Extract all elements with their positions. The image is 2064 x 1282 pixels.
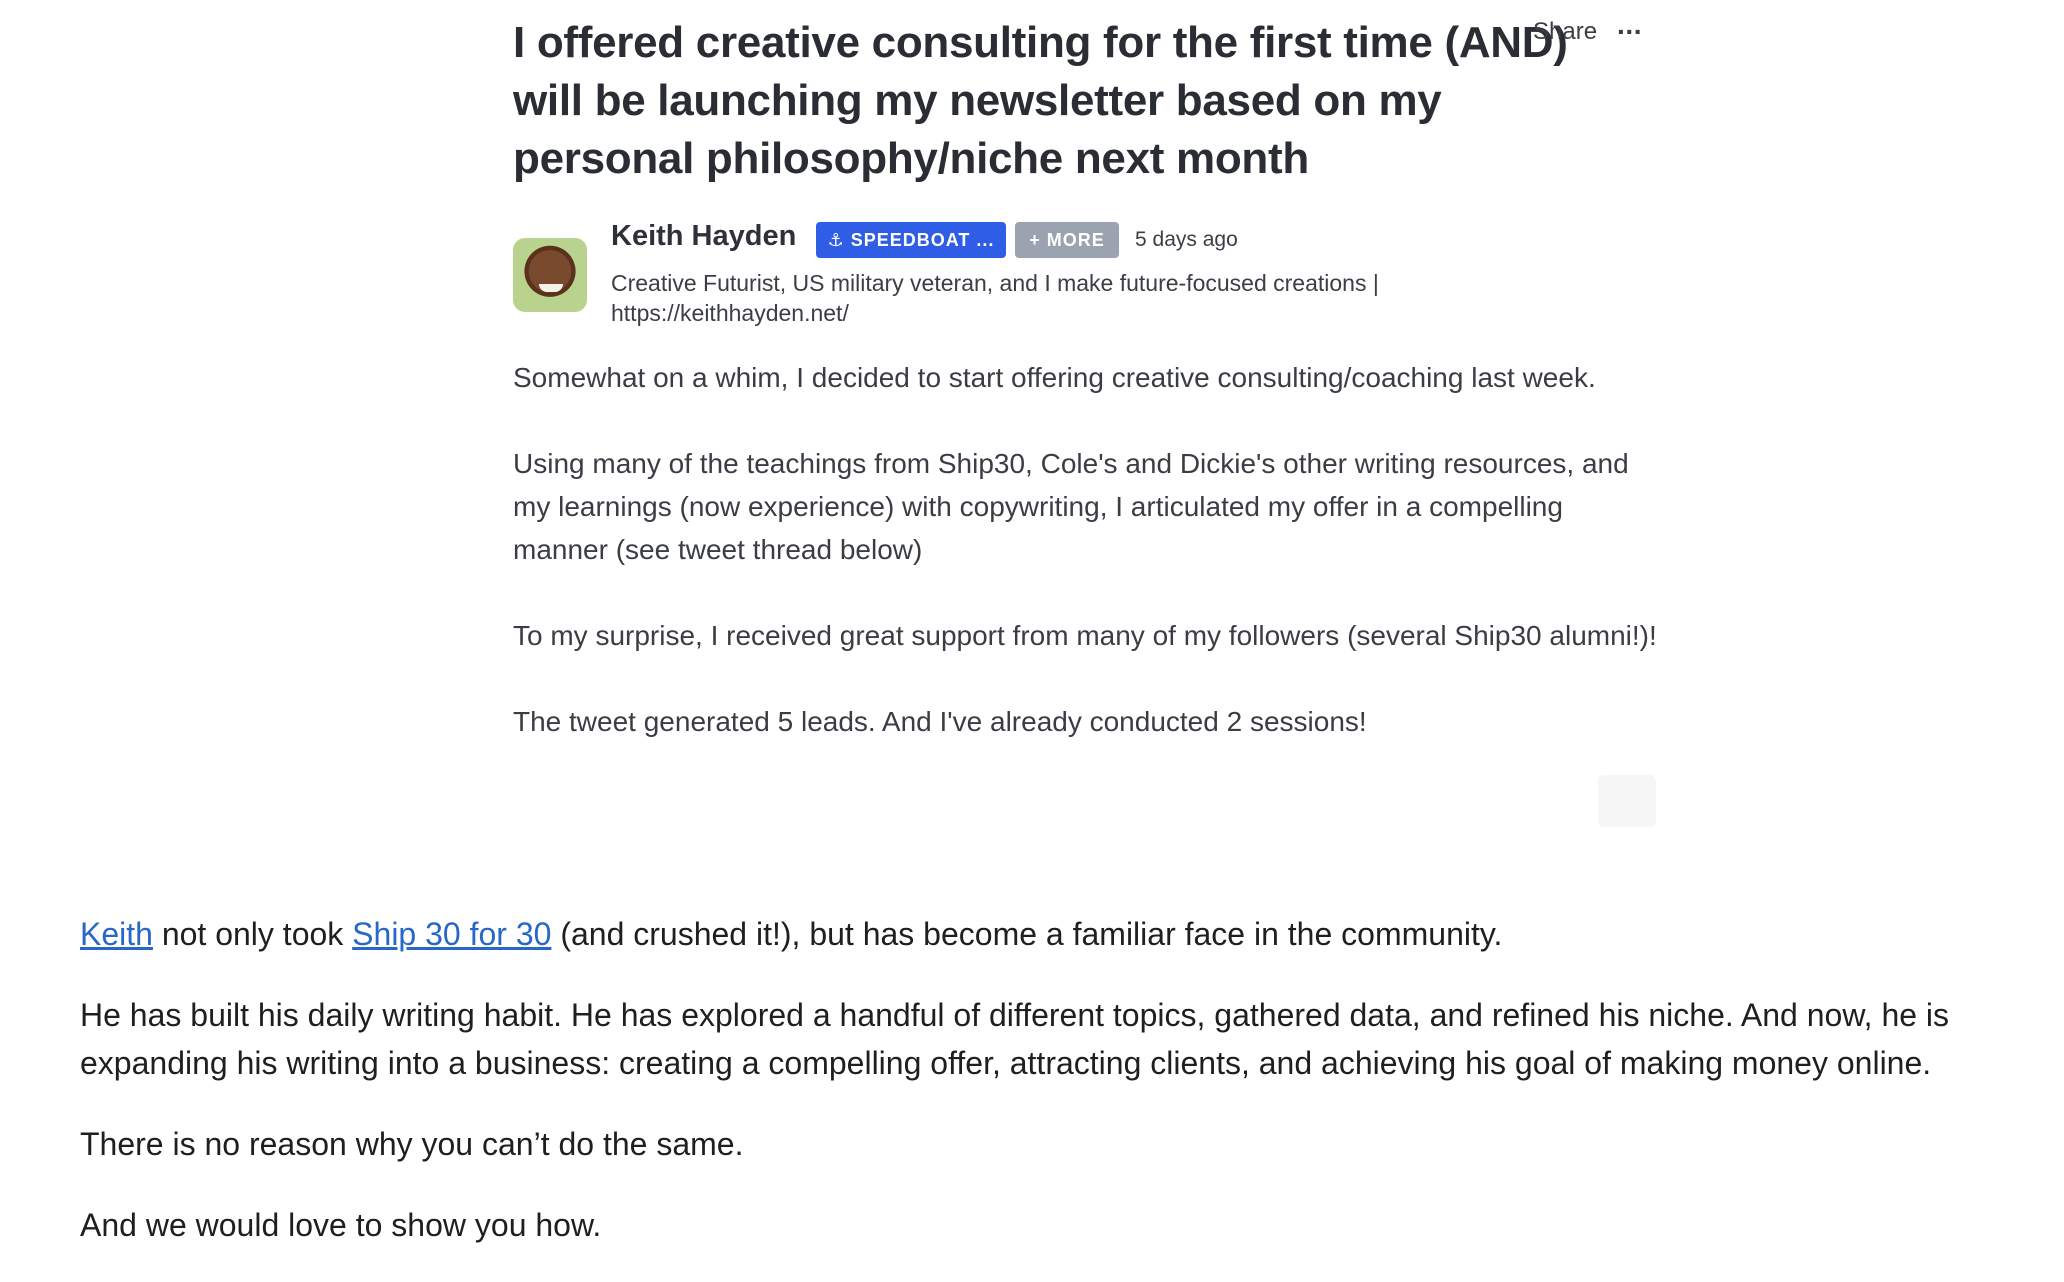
post-title: I offered creative consulting for the fi… xyxy=(513,18,1568,183)
ship30-link[interactable]: Ship 30 for 30 xyxy=(352,916,551,952)
post-paragraph: To my surprise, I received great support… xyxy=(513,620,1657,651)
avatar[interactable] xyxy=(513,238,587,312)
embedded-post-screenshot: I offered creative consulting for the fi… xyxy=(513,0,1663,850)
article-text: not only took xyxy=(152,916,353,952)
author-bio: Creative Futurist, US military veteran, … xyxy=(611,270,1379,326)
post-body: Somewhat on a whim, I decided to start o… xyxy=(513,356,1663,786)
more-options-icon[interactable]: ··· xyxy=(1617,18,1643,46)
article-text: (and crushed it!), but has become a fami… xyxy=(551,916,1503,952)
post-paragraph: Somewhat on a whim, I decided to start o… xyxy=(513,362,1596,393)
author-name[interactable]: Keith Hayden xyxy=(611,220,796,253)
article-body: Keith not only took Ship 30 for 30 (and … xyxy=(80,910,2020,1282)
article-paragraph: There is no reason why you can’t do the … xyxy=(80,1126,744,1162)
post-paragraph: The tweet generated 5 leads. And I've al… xyxy=(513,706,1367,737)
faint-overlay xyxy=(1598,775,1656,827)
post-actions: Share ··· xyxy=(1533,18,1643,46)
keith-link[interactable]: Keith xyxy=(80,916,153,952)
share-button[interactable]: Share xyxy=(1533,18,1597,46)
post-timestamp: 5 days ago xyxy=(1135,228,1238,251)
more-badges-button[interactable]: + MORE xyxy=(1015,222,1119,258)
post-paragraph: Using many of the teachings from Ship30,… xyxy=(513,448,1629,565)
author-row: Keith Hayden ⚓ SPEEDBOAT ... + MORE 5 da… xyxy=(513,220,1663,330)
article-paragraph: Keith not only took Ship 30 for 30 (and … xyxy=(80,910,2020,958)
speedboat-badge[interactable]: ⚓ SPEEDBOAT ... xyxy=(816,222,1006,258)
article-paragraph: And we would love to show you how. xyxy=(80,1207,602,1243)
article-paragraph: He has built his daily writing habit. He… xyxy=(80,997,1950,1081)
